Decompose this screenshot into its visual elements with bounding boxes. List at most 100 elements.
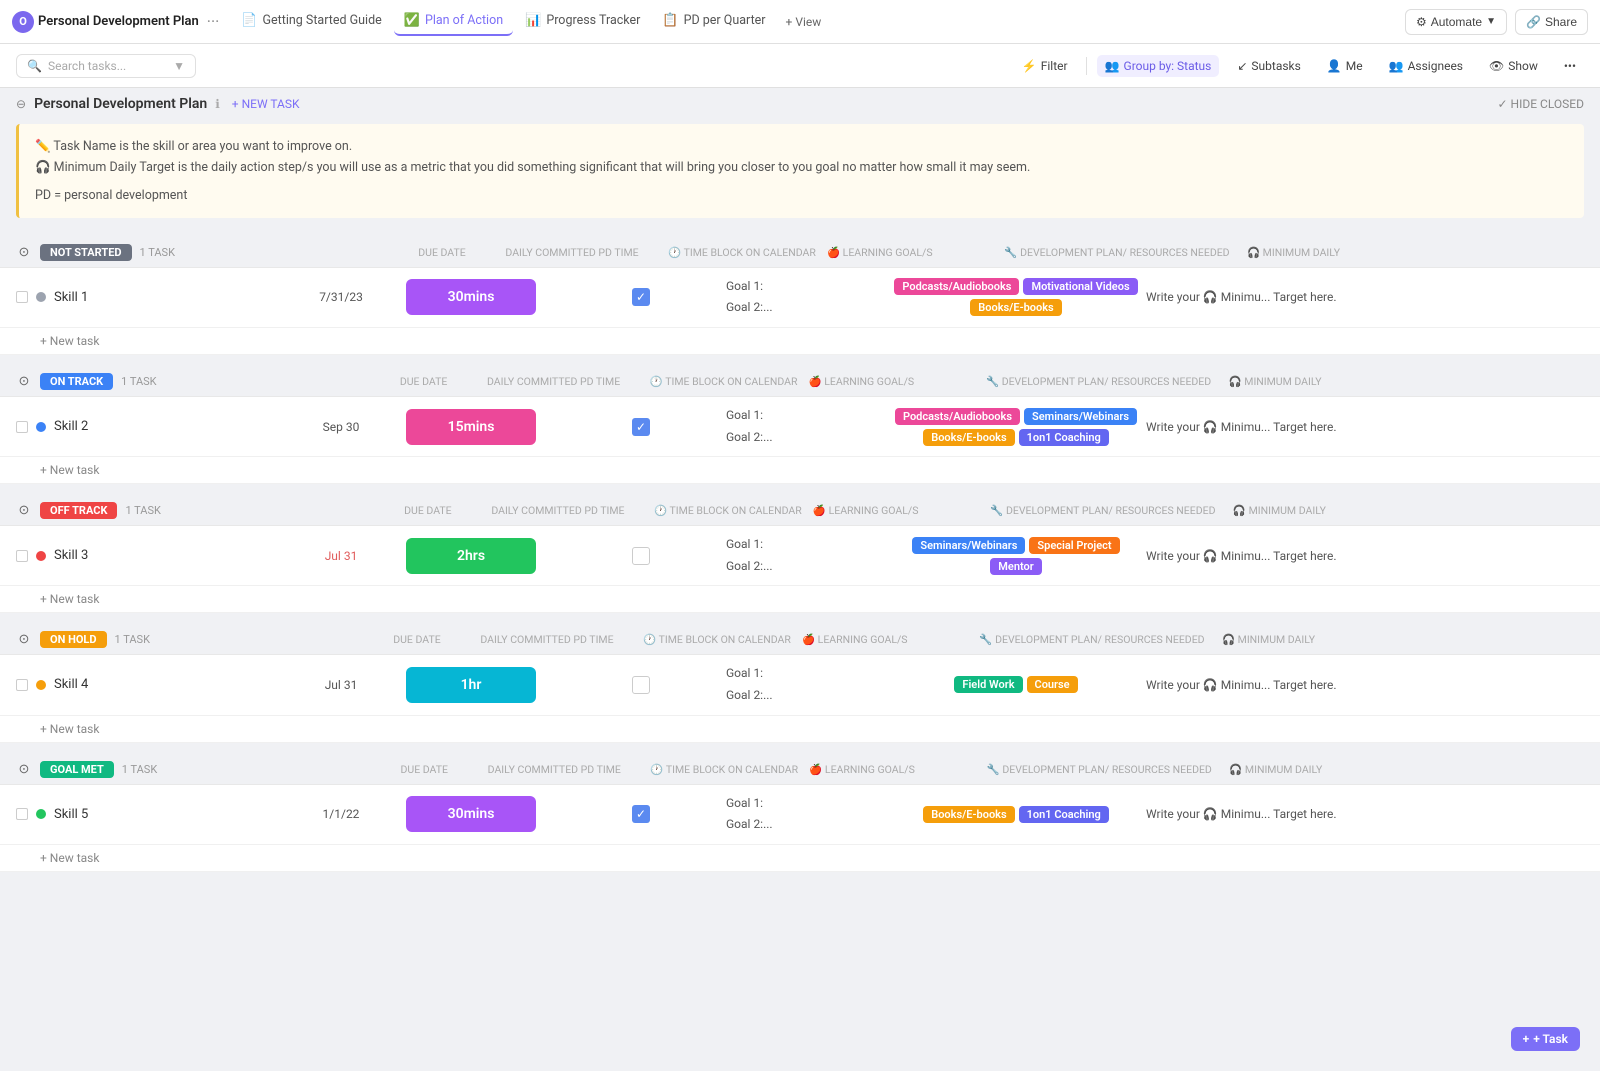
col-due-on-track: DUE DATE — [379, 375, 469, 388]
calendar-checkbox-checked[interactable]: ✓ — [632, 288, 650, 306]
top-nav: O Personal Development Plan ··· 📄 Gettin… — [0, 0, 1600, 44]
status-badge-not-started: NOT STARTED — [40, 244, 132, 261]
col-learn-on-hold: 🍎 LEARNING GOAL/S — [802, 633, 962, 646]
new-task-button[interactable]: + NEW TASK — [232, 97, 300, 111]
collapse-button-on-track[interactable]: ⊙ — [16, 373, 32, 389]
project-title: Personal Development Plan — [38, 14, 199, 29]
task-name-cell: Skill 3 — [16, 548, 296, 563]
tab-pd-per-quarter[interactable]: 📋 PD per Quarter — [652, 7, 775, 36]
task-color-dot — [36, 680, 46, 690]
col-pd-goal-met: DAILY COMMITTED PD TIME — [469, 763, 639, 776]
nav-tabs: 📄 Getting Started Guide ✅ Plan of Action… — [231, 7, 829, 36]
collapse-button-not-started[interactable]: ⊙ — [16, 244, 32, 260]
info-icon[interactable]: ℹ — [215, 97, 220, 111]
min-daily-cell: Write your 🎧 Minimu... Target here. — [1146, 807, 1584, 821]
toolbar: 🔍 Search tasks... ▼ ⚡ Filter 👥 Group by:… — [0, 44, 1600, 88]
toolbar-right: ⚡ Filter 👥 Group by: Status ↙ Subtasks 👤… — [1014, 55, 1584, 77]
col-cal-goal-met: 🕐 TIME BLOCK ON CALENDAR — [639, 763, 809, 776]
task-checkbox[interactable] — [16, 550, 28, 562]
calendar-checkbox-checked[interactable]: ✓ — [632, 418, 650, 436]
new-task-row-on-track[interactable]: + New task — [0, 457, 1600, 484]
pd-per-quarter-icon: 📋 — [662, 13, 678, 28]
new-task-row-off-track[interactable]: + New task — [0, 586, 1600, 613]
col-min-on-track: 🎧 MINIMUM DAILY — [1229, 375, 1584, 388]
search-box[interactable]: 🔍 Search tasks... ▼ — [16, 54, 196, 78]
tag-books/e-books: Books/E-books — [970, 299, 1061, 316]
add-task-button[interactable]: + + Task — [1511, 1027, 1580, 1051]
calendar-cell[interactable] — [556, 676, 726, 694]
me-button[interactable]: 👤 Me — [1319, 55, 1371, 77]
list-expand-icon[interactable]: ⊖ — [16, 97, 26, 111]
min-daily-cell: Write your 🎧 Minimu... Target here. — [1146, 549, 1584, 563]
goal2: Goal 2:... — [726, 297, 886, 319]
status-header-not-started: ⊙ NOT STARTED 1 TASK DUE DATE DAILY COMM… — [0, 238, 1600, 268]
task-row: Skill 1 7/31/23 30mins ✓ Goal 1: Goal 2:… — [0, 268, 1600, 328]
col-due-on-hold: DUE DATE — [372, 633, 462, 646]
calendar-cell[interactable]: ✓ — [556, 418, 726, 436]
goal1: Goal 1: — [726, 663, 886, 685]
automate-button[interactable]: ⚙ Automate ▼ — [1405, 9, 1507, 35]
calendar-checkbox-unchecked[interactable] — [632, 676, 650, 694]
new-task-row-goal-met[interactable]: + New task — [0, 845, 1600, 872]
show-button[interactable]: 👁 Show — [1481, 55, 1546, 77]
hide-closed-button[interactable]: ✓ HIDE CLOSED — [1498, 97, 1585, 111]
dev-resources-cell: Podcasts/AudiobooksMotivational VideosBo… — [886, 278, 1146, 316]
new-task-row-on-hold[interactable]: + New task — [0, 716, 1600, 743]
status-count-on-track: 1 TASK — [121, 375, 156, 388]
learning-cell: Goal 1: Goal 2:... — [726, 663, 886, 706]
tab-getting-started[interactable]: 📄 Getting Started Guide — [231, 7, 391, 36]
more-options-button[interactable]: ··· — [207, 12, 220, 31]
tag-field-work: Field Work — [954, 676, 1022, 693]
task-name-cell: Skill 5 — [16, 807, 296, 822]
filter-icon: ⚡ — [1022, 59, 1037, 73]
collapse-button-on-hold[interactable]: ⊙ — [16, 632, 32, 648]
tag-seminars/webinars: Seminars/Webinars — [1024, 408, 1137, 425]
more-options-toolbar-button[interactable]: ••• — [1556, 55, 1584, 77]
task-name: Skill 1 — [54, 290, 88, 305]
search-dropdown-icon[interactable]: ▼ — [173, 59, 185, 73]
learning-cell: Goal 1: Goal 2:... — [726, 405, 886, 448]
due-date-cell: Sep 30 — [296, 420, 386, 434]
subtasks-button[interactable]: ↙ Subtasks — [1229, 55, 1308, 77]
task-color-dot — [36, 292, 46, 302]
col-learn-on-track: 🍎 LEARNING GOAL/S — [809, 375, 969, 388]
min-daily-cell: Write your 🎧 Minimu... Target here. — [1146, 290, 1584, 304]
task-checkbox[interactable] — [16, 679, 28, 691]
filter-button[interactable]: ⚡ Filter — [1014, 55, 1076, 77]
col-min-not-started: 🎧 MINIMUM DAILY — [1247, 246, 1584, 259]
status-groups: ⊙ NOT STARTED 1 TASK DUE DATE DAILY COMM… — [0, 226, 1600, 872]
col-cal-not-started: 🕐 TIME BLOCK ON CALENDAR — [657, 246, 827, 259]
share-button[interactable]: 🔗 Share — [1515, 9, 1588, 35]
group-by-button[interactable]: 👥 Group by: Status — [1097, 55, 1220, 77]
col-cal-on-track: 🕐 TIME BLOCK ON CALENDAR — [639, 375, 809, 388]
col-cal-off-track: 🕐 TIME BLOCK ON CALENDAR — [643, 504, 813, 517]
status-header-cols: DUE DATE DAILY COMMITTED PD TIME 🕐 TIME … — [191, 246, 1584, 259]
calendar-checkbox-checked[interactable]: ✓ — [632, 805, 650, 823]
pd-time-badge: 1hr — [406, 667, 536, 703]
col-learn-not-started: 🍎 LEARNING GOAL/S — [827, 246, 987, 259]
task-name: Skill 2 — [54, 419, 88, 434]
task-checkbox[interactable] — [16, 291, 28, 303]
main-content: ⊖ Personal Development Plan ℹ + NEW TASK… — [0, 88, 1600, 872]
task-checkbox[interactable] — [16, 808, 28, 820]
status-header-cols: DUE DATE DAILY COMMITTED PD TIME 🕐 TIME … — [173, 375, 1584, 388]
task-checkbox[interactable] — [16, 421, 28, 433]
assignees-button[interactable]: 👥 Assignees — [1381, 55, 1471, 77]
calendar-cell[interactable]: ✓ — [556, 288, 726, 306]
tab-plan-of-action[interactable]: ✅ Plan of Action — [394, 7, 513, 36]
collapse-button-off-track[interactable]: ⊙ — [16, 503, 32, 519]
tab-progress-tracker[interactable]: 📊 Progress Tracker — [515, 7, 650, 36]
pd-time-cell: 15mins — [386, 409, 556, 445]
task-name: Skill 4 — [54, 677, 88, 692]
tag-books/e-books: Books/E-books — [923, 806, 1014, 823]
pd-time-badge: 2hrs — [406, 538, 536, 574]
add-view-button[interactable]: + View — [778, 11, 830, 33]
calendar-checkbox-unchecked[interactable] — [632, 547, 650, 565]
new-task-row-not-started[interactable]: + New task — [0, 328, 1600, 355]
plan-of-action-icon: ✅ — [404, 13, 420, 28]
calendar-cell[interactable]: ✓ — [556, 805, 726, 823]
collapse-button-goal-met[interactable]: ⊙ — [16, 761, 32, 777]
status-badge-on-track: ON TRACK — [40, 373, 113, 390]
eye-icon: 👁 — [1489, 59, 1504, 73]
calendar-cell[interactable] — [556, 547, 726, 565]
